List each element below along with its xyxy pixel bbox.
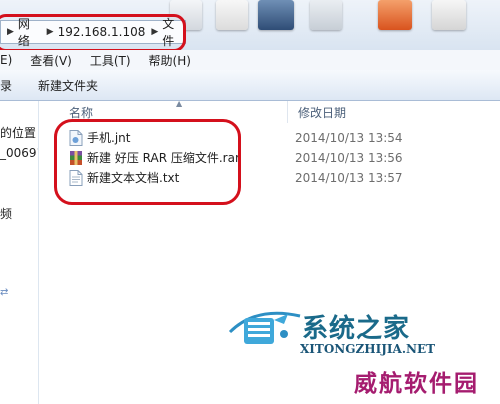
watermark-url: XITONGZHIJIA.NET: [300, 342, 436, 356]
breadcrumb-folder[interactable]: 文件: [162, 15, 185, 49]
nav-item-videos[interactable]: 频: [0, 205, 12, 222]
column-header-name[interactable]: 名称: [69, 104, 93, 121]
menu-help[interactable]: 帮助(H): [149, 52, 191, 69]
nav-item-device[interactable]: _00691: [0, 146, 38, 160]
breadcrumb-network[interactable]: 网络: [18, 15, 41, 49]
file-modified-date: 2014/10/13 13:57: [295, 170, 403, 185]
file-name: 手机.jnt: [87, 131, 131, 145]
nav-item-locations[interactable]: 的位置: [0, 124, 36, 141]
command-toolbar: 录 新建文件夹: [0, 70, 500, 101]
menu-bar: E) 查看(V) 工具(T) 帮助(H): [0, 50, 500, 70]
file-row[interactable]: 新建 好压 RAR 压缩文件.rar 2014/10/13 13:56: [69, 148, 499, 167]
file-modified-date: 2014/10/13 13:54: [295, 130, 403, 145]
text-file-icon: [69, 169, 83, 186]
sort-ascending-icon: ▲: [176, 99, 183, 108]
powerpoint-thumbnail[interactable]: [378, 0, 412, 30]
menu-tools[interactable]: 工具(T): [90, 52, 131, 69]
menu-edit[interactable]: E): [0, 53, 12, 67]
watermark-corner-text: 威航软件园: [354, 371, 479, 397]
window-thumbnail[interactable]: [310, 0, 342, 30]
file-row[interactable]: 新建文本文档.txt 2014/10/13 13:57: [69, 168, 499, 187]
window-thumbnail[interactable]: [432, 0, 466, 30]
column-divider[interactable]: [287, 101, 288, 123]
watermark-title: 系统之家: [302, 314, 411, 344]
file-name: 新建 好压 RAR 压缩文件.rar: [87, 151, 240, 165]
column-header-bar: 名称 ▲ 修改日期: [39, 99, 500, 123]
window-thumbnail[interactable]: [216, 0, 248, 30]
address-bar-region: ▶ 网络 ▶ 192.168.1.108 ▶ 文件: [0, 0, 500, 52]
address-bar[interactable]: ▶ 网络 ▶ 192.168.1.108 ▶ 文件: [0, 17, 186, 48]
toolbar-partial-button[interactable]: 录: [0, 75, 12, 96]
breadcrumb-arrow-icon[interactable]: ▶: [47, 27, 54, 37]
file-name: 新建文本文档.txt: [87, 171, 180, 185]
file-row[interactable]: 手机.jnt 2014/10/13 13:54: [69, 128, 499, 147]
breadcrumb-arrow-icon[interactable]: ▶: [7, 27, 14, 37]
breadcrumb-host[interactable]: 192.168.1.108: [58, 25, 146, 39]
window-thumbnail[interactable]: [258, 0, 294, 30]
file-modified-date: 2014/10/13 13:56: [295, 150, 403, 165]
column-header-modified[interactable]: 修改日期: [298, 104, 346, 121]
navigation-pane: 的位置 _00691 频 ⇄: [0, 101, 39, 404]
menu-view[interactable]: 查看(V): [30, 52, 72, 69]
rar-archive-icon: [69, 150, 83, 166]
watermark-logo-icon: [226, 302, 304, 352]
breadcrumb-arrow-icon[interactable]: ▶: [151, 27, 158, 37]
new-folder-button[interactable]: 新建文件夹: [38, 75, 98, 96]
network-link-icon[interactable]: ⇄: [0, 287, 10, 298]
jnt-file-icon: [69, 129, 83, 146]
